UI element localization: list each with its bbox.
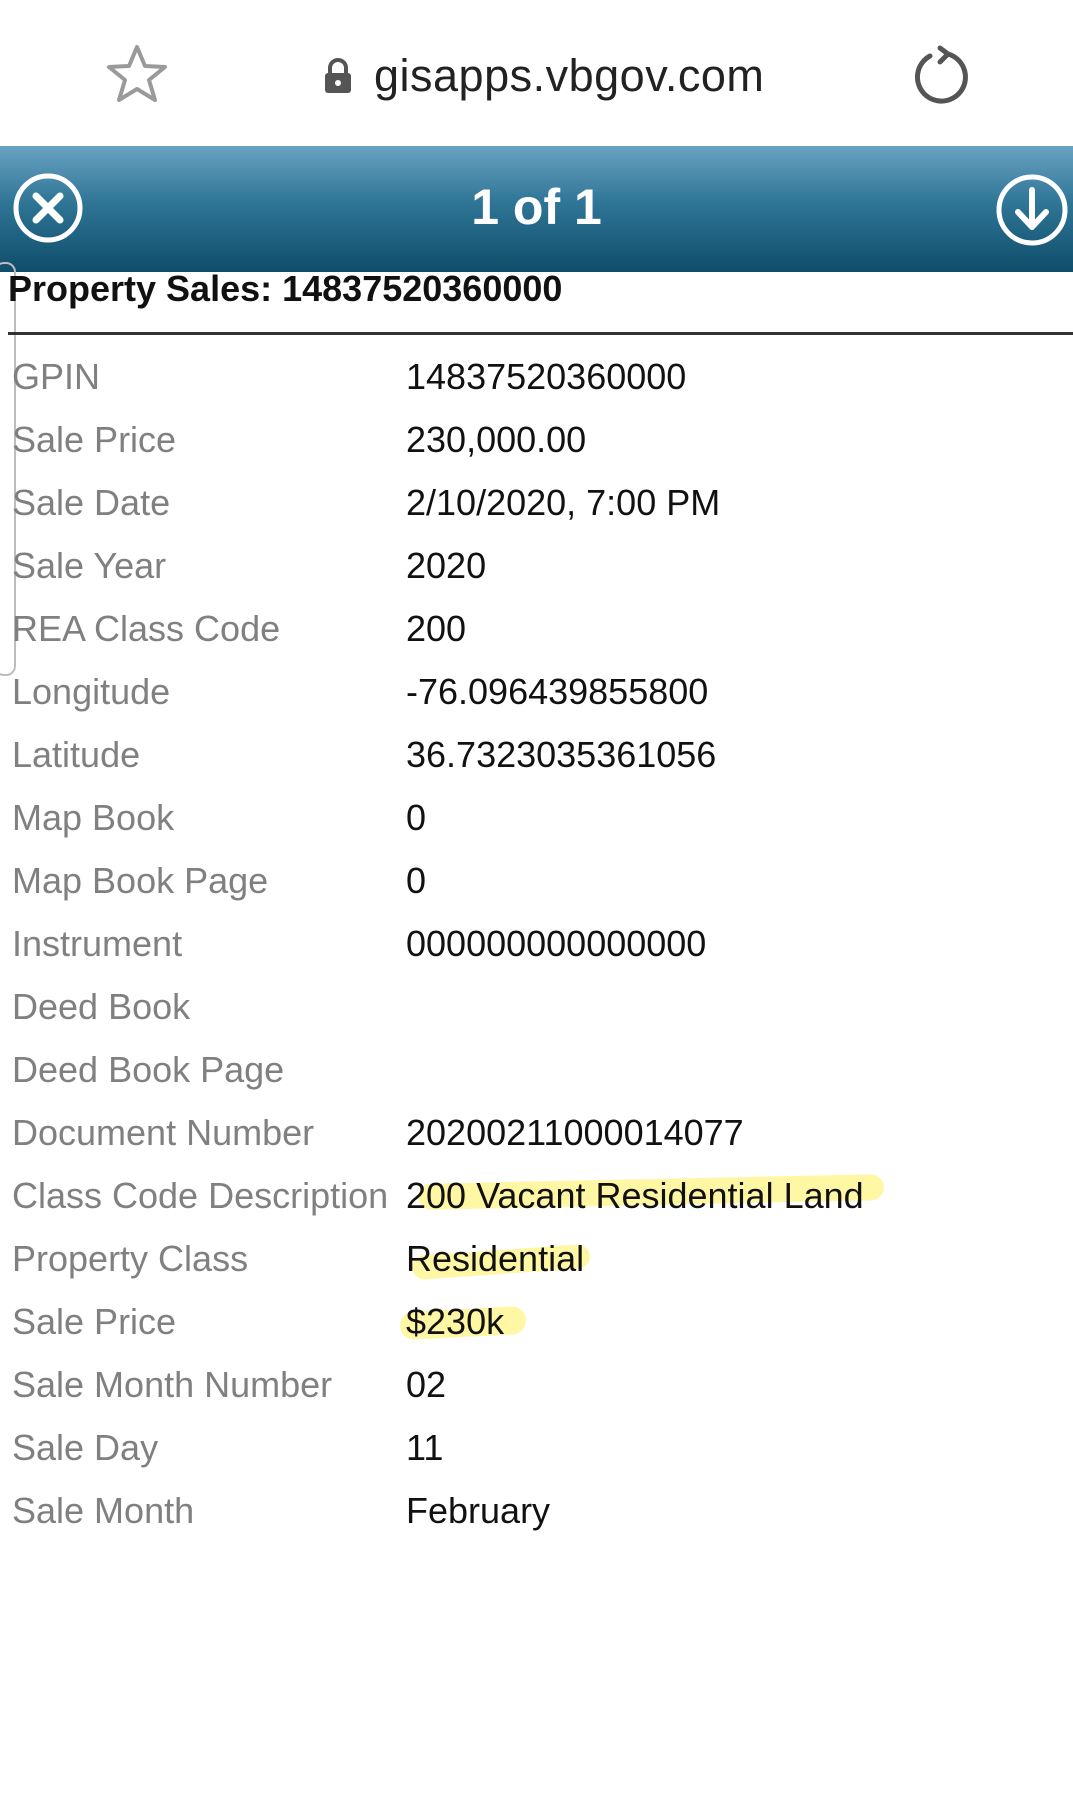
field-value: February: [406, 1490, 551, 1531]
field-label: REA Class Code: [12, 608, 281, 649]
field-value: 000000000000000: [406, 923, 707, 964]
field-label: Deed Book Page: [12, 1049, 285, 1090]
table-row: Document Number 20200211000014077: [0, 1104, 1073, 1167]
field-value: Residential: [406, 1238, 585, 1279]
table-row: Instrument 000000000000000: [0, 915, 1073, 978]
table-row: Sale Date 2/10/2020, 7:00 PM: [0, 474, 1073, 537]
url-text: gisapps.vbgov.com: [374, 50, 765, 101]
field-value: 02: [406, 1364, 447, 1405]
table-row: Sale Month Number 02: [0, 1356, 1073, 1419]
table-row: Map Book 0: [0, 789, 1073, 852]
popup-title: Property Sales: 14837520360000: [8, 268, 563, 309]
field-value: 2/10/2020, 7:00 PM: [406, 482, 721, 523]
field-value: 36.7323035361056: [406, 734, 717, 775]
table-row: Property Class Residential: [0, 1230, 1073, 1293]
table-row: Longitude -76.096439855800: [0, 663, 1073, 726]
field-label: Sale Month: [12, 1490, 195, 1531]
popup-pagination-title: 1 of 1: [471, 179, 602, 235]
field-label: Property Class: [12, 1238, 249, 1279]
field-label: Longitude: [12, 671, 171, 712]
popup-header: 1 of 1: [0, 146, 1073, 272]
field-label: Map Book Page: [12, 860, 269, 901]
browser-address-bar: gisapps.vbgov.com: [0, 0, 1073, 146]
table-row: Sale Year 2020: [0, 537, 1073, 600]
field-value: 14837520360000: [406, 356, 687, 397]
field-value: 20200211000014077: [406, 1112, 744, 1153]
table-row: REA Class Code 200: [0, 600, 1073, 663]
table-row: GPIN 14837520360000: [0, 348, 1073, 411]
field-label: Deed Book: [12, 986, 191, 1027]
field-label: Sale Month Number: [12, 1364, 333, 1405]
table-row: Latitude 36.7323035361056: [0, 726, 1073, 789]
field-label: Latitude: [12, 734, 141, 775]
bookmark-star-icon[interactable]: [104, 42, 170, 108]
field-label: GPIN: [12, 356, 101, 397]
table-row: Sale Month February: [0, 1482, 1073, 1545]
field-label: Map Book: [12, 797, 175, 838]
field-label: Sale Date: [12, 482, 171, 523]
field-label: Sale Day: [12, 1427, 159, 1468]
close-icon[interactable]: [12, 172, 84, 244]
field-value: 200 Vacant Residential Land: [406, 1175, 864, 1216]
attribute-table: GPIN 14837520360000 Sale Price 230,000.0…: [0, 348, 1073, 1545]
table-row: Deed Book: [0, 978, 1073, 1041]
field-value: 11: [406, 1427, 444, 1468]
field-label: Sale Year: [12, 545, 167, 586]
download-icon[interactable]: [994, 172, 1070, 248]
field-value: 0: [406, 797, 427, 838]
field-label: Sale Price: [12, 1301, 177, 1342]
field-value: 230,000.00: [406, 419, 587, 460]
table-row: Sale Price 230,000.00: [0, 411, 1073, 474]
title-divider: [8, 332, 1073, 335]
field-label: Class Code Description: [12, 1175, 389, 1216]
table-row: Map Book Page 0: [0, 852, 1073, 915]
table-row: Class Code Description 200 Vacant Reside…: [0, 1167, 1073, 1230]
field-value: -76.096439855800: [406, 671, 709, 712]
field-value: 2020: [406, 545, 487, 586]
url-field[interactable]: gisapps.vbgov.com: [322, 46, 764, 106]
table-row: Deed Book Page: [0, 1041, 1073, 1104]
field-label: Instrument: [12, 923, 183, 964]
field-label: Sale Price: [12, 419, 177, 460]
field-value: 200: [406, 608, 467, 649]
table-row: Sale Day 11: [0, 1419, 1073, 1482]
table-row: Sale Price $230k: [0, 1293, 1073, 1356]
lock-icon: [322, 58, 354, 94]
reload-icon[interactable]: [910, 44, 974, 108]
field-label: Document Number: [12, 1112, 315, 1153]
field-value: 0: [406, 860, 427, 901]
field-value: $230k: [406, 1301, 505, 1342]
